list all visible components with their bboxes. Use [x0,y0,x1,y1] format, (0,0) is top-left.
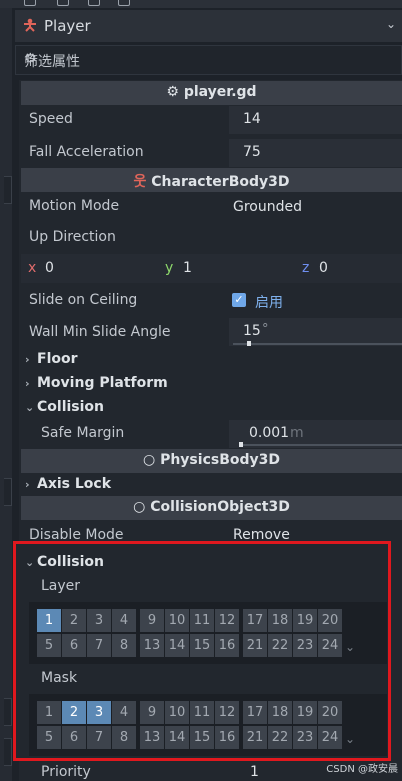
characterbody3d-title: CharacterBody3D [151,174,290,190]
gear-icon: ⚙ [166,84,179,100]
save-icon[interactable] [88,0,100,6]
object-name: Player [44,17,91,35]
priority-value[interactable]: 1 [250,764,259,780]
highlight-box [13,541,391,761]
wall-min-slide-angle-label: Wall Min Slide Angle [29,324,171,340]
safe-margin-value: 0.001 [249,425,290,441]
watermark: CSDN @政安晨 [326,764,398,775]
chevron-down-icon: ⌄ [25,401,35,414]
top-toolbar [0,0,402,8]
moving-platform-group-label: Moving Platform [37,375,168,391]
slide-on-ceiling-checkbox[interactable]: ✓ [232,293,246,307]
physicsbody3d-header[interactable]: ○ PhysicsBody3D [21,449,402,473]
priority-label: Priority [41,764,91,780]
z-axis-label: z [302,260,310,276]
motion-mode-dropdown[interactable]: Grounded [233,199,302,215]
slide-on-ceiling-label: Slide on Ceiling [29,292,138,308]
new-file-icon[interactable] [24,0,36,6]
open-file-icon[interactable] [57,0,69,6]
axis-lock-group[interactable]: › Axis Lock [25,476,111,492]
up-direction-z[interactable]: 0 [319,260,328,276]
character-body-icon [24,18,36,32]
history-icon[interactable] [118,0,130,6]
floor-group-label: Floor [37,351,78,367]
speed-label: Speed [29,111,73,127]
safe-margin-unit: m [290,425,304,441]
wall-min-slide-angle-value: 15 [243,323,261,339]
safe-margin-label: Safe Margin [41,425,125,441]
safe-margin-slider[interactable] [239,444,402,446]
x-axis-label: x [28,260,37,276]
character-collision-group[interactable]: ⌄ Collision [25,399,104,415]
moving-platform-group[interactable]: › Moving Platform [25,375,168,391]
safe-margin-grabber[interactable] [239,442,243,447]
chevron-right-icon: › [25,377,30,390]
node-circle-icon: ○ [133,499,146,515]
up-direction-vector: x 0 y 1 z 0 [21,254,402,283]
characterbody3d-header[interactable]: 웃 CharacterBody3D [21,168,402,192]
angle-slider-track[interactable] [233,343,402,345]
y-axis-label: y [165,260,174,276]
chevron-right-icon: › [25,478,30,491]
speed-value: 14 [243,111,261,127]
axis-lock-label: Axis Lock [37,476,112,492]
filter-properties-input[interactable]: 筛选属性 ⚙ [15,45,402,75]
character-collision-label: Collision [37,399,105,415]
slide-on-ceiling-value: 启用 [255,295,283,311]
chevron-down-icon[interactable]: ⌄ [386,17,396,31]
script-title: player.gd [183,84,257,100]
node-circle-icon: ○ [142,452,156,468]
angle-slider-grabber[interactable] [247,341,251,346]
collisionobject3d-header[interactable]: ○ CollisionObject3D [21,496,402,520]
viewport-edge [0,8,12,781]
tools-icon[interactable]: ⚙ [24,51,401,67]
physicsbody3d-title: PhysicsBody3D [160,452,280,468]
character-body-icon: 웃 [133,174,147,190]
object-selector[interactable]: Player ⌄ [15,10,402,42]
floor-group[interactable]: › Floor [25,351,78,367]
collisionobject3d-title: CollisionObject3D [150,499,290,515]
chevron-right-icon: › [25,353,30,366]
degree-unit: ° [262,322,269,337]
fall-acceleration-value: 75 [243,144,261,160]
up-direction-y[interactable]: 1 [183,260,192,276]
script-section-header[interactable]: ⚙ player.gd [21,81,402,105]
up-direction-x[interactable]: 0 [45,260,54,276]
fall-acceleration-label: Fall Acceleration [29,144,144,160]
up-direction-label: Up Direction [29,229,116,245]
motion-mode-label: Motion Mode [29,198,120,214]
